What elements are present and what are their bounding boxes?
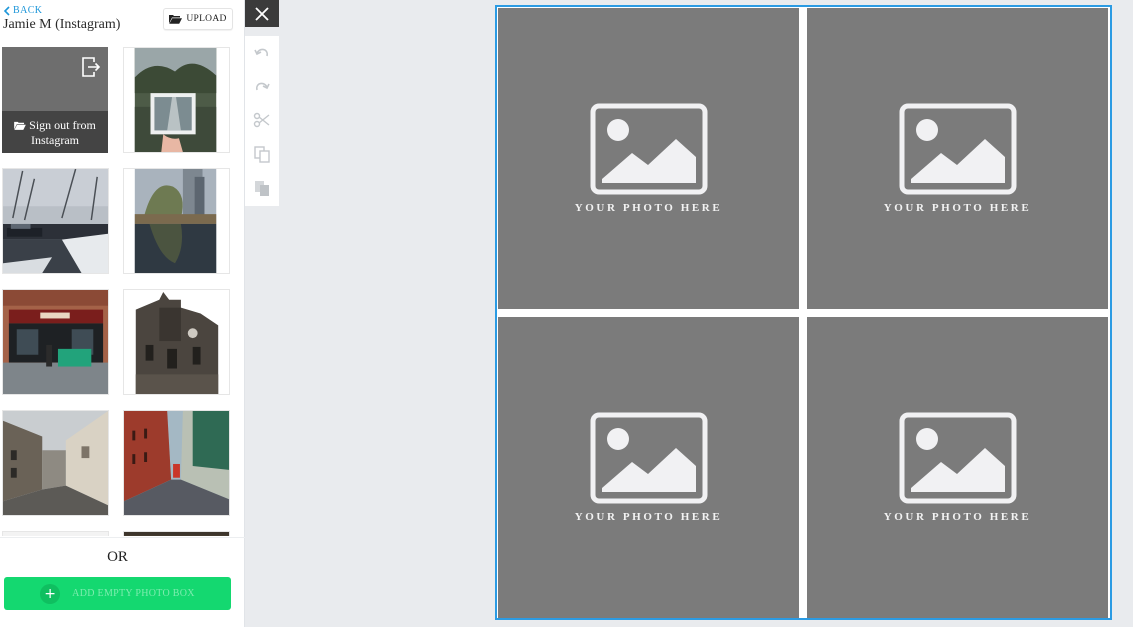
paste-button[interactable]	[253, 179, 271, 197]
add-empty-photo-box-label: ADD EMPTY PHOTO BOX	[72, 588, 195, 599]
account-name: Jamie M (Instagram)	[3, 17, 121, 32]
copy-button[interactable]	[253, 145, 271, 163]
sign-out-tile[interactable]: Sign out from Instagram	[2, 47, 108, 153]
photo-slot-caption: YOUR PHOTO HERE	[574, 511, 723, 523]
back-label: BACK	[13, 5, 43, 16]
photo-slot-caption: YOUR PHOTO HERE	[883, 511, 1032, 523]
close-icon	[255, 6, 269, 21]
or-separator: OR	[107, 549, 128, 565]
sign-out-band: Sign out from Instagram	[2, 111, 108, 153]
photo-willow-canal	[124, 169, 229, 273]
photo-thumbnail-canal-frame[interactable]	[123, 47, 230, 153]
photo-thumbnail-willow-canal[interactable]	[123, 168, 230, 274]
undo-button[interactable]	[253, 44, 271, 62]
photo-thumbnail-shop-front[interactable]	[2, 289, 109, 395]
panel-divider	[0, 537, 245, 538]
collage-canvas: YOUR PHOTO HERE YOUR PHOTO HERE YOUR PHO…	[495, 5, 1112, 620]
folder-icon	[14, 121, 27, 130]
photo-canal-frame	[124, 48, 229, 152]
exit-icon	[82, 57, 101, 77]
photo-thumbnail-cobbled-lane[interactable]	[2, 410, 109, 516]
photo-source-panel: BACK Jamie M (Instagram) UPLOAD Sign out…	[0, 0, 245, 627]
close-panel-button[interactable]	[245, 0, 279, 27]
photo-cobbled-lane	[3, 411, 108, 515]
photo-thumbnail-brick-street[interactable]	[123, 410, 230, 516]
upload-label: UPLOAD	[186, 14, 227, 24]
photo-church	[124, 290, 229, 394]
instagram-photo-grid: Sign out from Instagram	[0, 44, 245, 536]
image-placeholder-icon	[899, 103, 1016, 195]
upload-button[interactable]: UPLOAD	[163, 8, 233, 30]
photo-thumbnail-partial-2[interactable]	[123, 531, 230, 536]
photo-thumbnail-snowy-canal[interactable]	[2, 168, 109, 274]
photo-slot[interactable]: YOUR PHOTO HERE	[807, 317, 1108, 618]
undo-icon	[254, 48, 269, 57]
copy-icon	[254, 146, 270, 163]
photo-thumbnail-partial-1[interactable]	[2, 531, 109, 536]
edit-toolbar	[245, 36, 279, 206]
folder-icon	[169, 15, 183, 24]
redo-button[interactable]	[253, 78, 271, 96]
photo-partial-2	[124, 532, 229, 536]
back-link[interactable]: BACK	[3, 5, 42, 16]
photo-partial-1	[3, 532, 108, 536]
sign-out-label: Sign out from Instagram	[29, 118, 96, 147]
photo-snowy-canal	[3, 169, 108, 273]
add-empty-photo-box-button[interactable]: + ADD EMPTY PHOTO BOX	[4, 577, 231, 610]
redo-icon	[255, 82, 270, 91]
scissors-icon	[253, 112, 270, 128]
plus-icon: +	[40, 583, 61, 604]
photo-slot[interactable]: YOUR PHOTO HERE	[498, 317, 799, 618]
photo-brick-street	[124, 411, 229, 515]
image-placeholder-icon	[590, 412, 707, 504]
photo-slot-caption: YOUR PHOTO HERE	[574, 202, 723, 214]
photo-slot[interactable]: YOUR PHOTO HERE	[807, 8, 1108, 309]
photo-thumbnail-church[interactable]	[123, 289, 230, 395]
cut-button[interactable]	[253, 111, 271, 129]
photo-slot[interactable]: YOUR PHOTO HERE	[498, 8, 799, 309]
photo-slot-caption: YOUR PHOTO HERE	[883, 202, 1032, 214]
paste-icon	[255, 181, 269, 196]
image-placeholder-icon	[590, 103, 707, 195]
image-placeholder-icon	[899, 412, 1016, 504]
photo-shop-front	[3, 290, 108, 394]
chevron-left-icon	[3, 5, 10, 16]
